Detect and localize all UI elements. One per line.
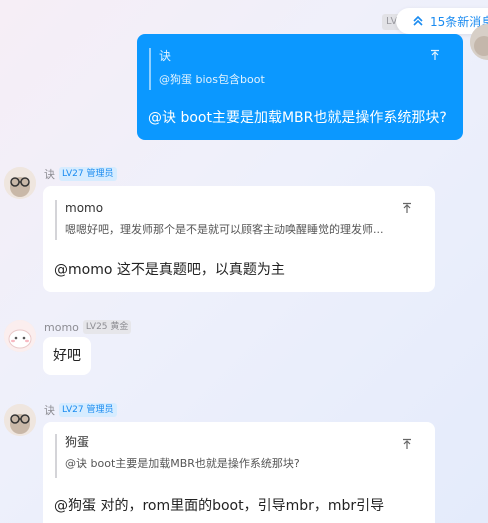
message-text: 好吧: [53, 348, 81, 364]
level-badge: LV25 黄金: [82, 320, 132, 334]
message-bubble[interactable]: 好吧: [43, 337, 91, 375]
jump-to-quote-icon[interactable]: [401, 202, 413, 217]
quote-text: @狗蛋 bios包含boot: [159, 73, 265, 86]
double-chevron-up-icon: [413, 15, 423, 26]
reply-quote[interactable]: 诀 @狗蛋 bios包含boot: [149, 48, 439, 90]
quote-author: momo: [65, 201, 104, 215]
avatar-jue[interactable]: [4, 167, 36, 199]
level-badge: LV27 管理员: [59, 167, 117, 181]
message-bubble[interactable]: momo 嗯嗯好吧，理发师那个是不是就可以顾客主动唤醒睡觉的理发师... @mo…: [43, 186, 435, 292]
avatar-jue[interactable]: [4, 404, 36, 436]
reply-quote[interactable]: momo 嗯嗯好吧，理发师那个是不是就可以顾客主动唤醒睡觉的理发师...: [55, 200, 385, 240]
message-text: @狗蛋 对的，rom里面的boot，引导mbr，mbr引导: [54, 498, 385, 514]
sender-name[interactable]: momo: [44, 321, 79, 334]
sender-name[interactable]: 诀: [44, 402, 55, 418]
message-text: @momo 这不是真题吧，以真题为主: [54, 262, 285, 278]
message-bubble-self[interactable]: 诀 @狗蛋 bios包含boot @诀 boot主要是加载MBR也就是操作系统那…: [137, 34, 463, 140]
quote-text: 嗯嗯好吧，理发师那个是不是就可以顾客主动唤醒睡觉的理发师...: [65, 223, 384, 236]
avatar-momo[interactable]: [4, 320, 36, 352]
reply-quote[interactable]: 狗蛋 @诀 boot主要是加载MBR也就是操作系统那块?: [55, 434, 385, 478]
message-bubble[interactable]: 狗蛋 @诀 boot主要是加载MBR也就是操作系统那块? @狗蛋 对的，rom里…: [43, 422, 435, 523]
sender-name[interactable]: 诀: [44, 166, 55, 182]
quote-author: 诀: [159, 49, 172, 63]
level-badge: LV27 管理员: [59, 403, 117, 417]
jump-to-quote-icon[interactable]: [401, 438, 413, 453]
jump-to-quote-icon[interactable]: [429, 49, 441, 64]
quote-text: @诀 boot主要是加载MBR也就是操作系统那块?: [65, 457, 300, 470]
quote-author: 狗蛋: [65, 435, 90, 449]
message-text: @诀 boot主要是加载MBR也就是操作系统那块?: [148, 110, 447, 126]
